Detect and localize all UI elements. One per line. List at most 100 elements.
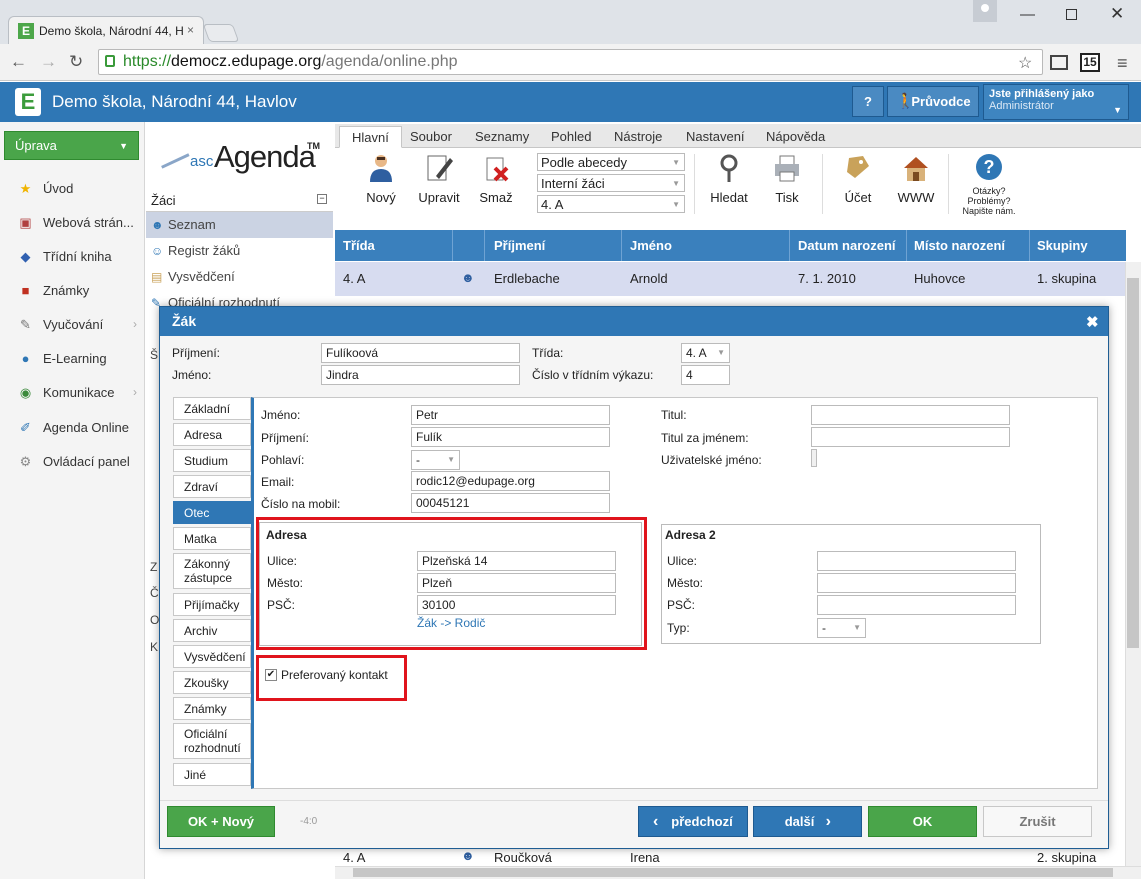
class-select[interactable]: 4. A ▼ — [537, 195, 685, 213]
class-number-input[interactable]: 4 — [681, 365, 730, 385]
sidebar-item-web[interactable]: ▣ Webová strán... — [0, 206, 145, 240]
gender-dropdown[interactable]: - ▼ — [411, 450, 460, 470]
tab-zakonny-zastupce[interactable]: Zákonný zástupce — [173, 553, 251, 589]
collapse-icon[interactable]: − — [317, 194, 327, 204]
tab-nastaveni[interactable]: Nastavení — [686, 126, 745, 148]
edupage-logo[interactable]: E — [15, 88, 41, 116]
student-type-select[interactable]: Interní žáci ▼ — [537, 174, 685, 192]
minimize-icon[interactable]: — — [1020, 6, 1035, 23]
tab-otec[interactable]: Otec — [173, 501, 251, 524]
hscrollbar-thumb[interactable] — [353, 868, 1113, 877]
close-icon[interactable]: ✖ — [1086, 313, 1099, 331]
tab-studium[interactable]: Studium — [173, 449, 251, 472]
student-name-input[interactable]: Jindra — [321, 365, 520, 385]
tab-close-icon[interactable]: × — [187, 23, 194, 37]
tab-nastroje[interactable]: Nástroje — [614, 126, 662, 148]
class-dropdown[interactable]: 4. A ▼ — [681, 343, 730, 363]
tab-seznamy[interactable]: Seznamy — [475, 126, 529, 148]
title-input[interactable] — [811, 405, 1010, 425]
table-row[interactable] — [335, 848, 1126, 866]
ok-new-button[interactable]: OK + Nový — [167, 806, 275, 837]
ok-button[interactable]: OK — [868, 806, 977, 837]
sidebar-item-tridni-kniha[interactable]: ◆ Třídní kniha — [0, 240, 145, 274]
extension-icon[interactable]: 15 — [1080, 53, 1100, 72]
next-button[interactable]: další › — [753, 806, 862, 837]
uprava-dropdown[interactable]: Úprava ▼ — [4, 131, 139, 160]
delete-button[interactable]: Smaž — [478, 152, 514, 205]
tab-matka[interactable]: Matka — [173, 527, 251, 550]
sidebar-item-komunikace[interactable]: ◉ Komunikace › — [0, 376, 145, 410]
tab-soubor[interactable]: Soubor — [410, 126, 452, 148]
account-button[interactable]: Účet — [840, 152, 876, 205]
scrollbar-thumb[interactable] — [1127, 278, 1139, 648]
father-surname-input[interactable]: Fulík — [411, 427, 610, 447]
tab-archiv[interactable]: Archiv — [173, 619, 251, 642]
sidebar-item-agenda-online[interactable]: ✐ Agenda Online — [0, 411, 145, 445]
email-field[interactable]: rodic12@edupage.org — [411, 471, 610, 491]
forward-icon[interactable]: → — [40, 52, 57, 72]
www-button[interactable]: WWW — [896, 152, 936, 205]
sort-select[interactable]: Podle abecedy ▼ — [537, 153, 685, 171]
tab-vysvedceni[interactable]: Vysvědčení — [173, 645, 251, 668]
mobile-field[interactable]: 00045121 — [411, 493, 610, 513]
back-icon[interactable]: ← — [10, 52, 27, 72]
tree-item-vysvedceni[interactable]: ▤ Vysvědčení — [146, 264, 333, 290]
search-button[interactable]: Hledat — [708, 152, 750, 205]
city2-input[interactable] — [817, 573, 1016, 593]
tab-hlavni[interactable]: Hlavní — [339, 126, 402, 148]
tab-prijimacky[interactable]: Přijímačky — [173, 593, 251, 616]
cast-icon[interactable] — [1050, 55, 1068, 70]
col-trida[interactable]: Třída — [343, 238, 375, 253]
menu-icon[interactable]: ≡ — [1117, 53, 1128, 74]
tree-item-oficialni[interactable]: ✎ Oficiální rozhodnutí — [146, 290, 333, 306]
new-tab-button[interactable] — [202, 24, 240, 42]
student-surname-input[interactable]: Fulíkoová — [321, 343, 520, 363]
sidebar-item-elearning[interactable]: ● E-Learning — [0, 342, 145, 376]
col-skupiny[interactable]: Skupiny — [1037, 238, 1088, 253]
url-input[interactable]: https://democz.edupage.org/agenda/online… — [98, 49, 1043, 75]
print-button[interactable]: Tisk — [770, 152, 804, 205]
window-close-icon[interactable]: ✕ — [1110, 4, 1124, 24]
father-name-input[interactable]: Petr — [411, 405, 610, 425]
title-after-input[interactable] — [811, 427, 1010, 447]
table-row[interactable] — [335, 262, 1126, 296]
help-contact-button[interactable]: ? Otázky? Problémy? Napište nám. — [960, 152, 1018, 216]
col-misto[interactable]: Místo narození — [914, 238, 1005, 253]
tab-napoveda[interactable]: Nápověda — [766, 126, 825, 148]
tab-zkousky[interactable]: Zkoušky — [173, 671, 251, 694]
tab-oficialni-rozhodnuti[interactable]: Oficiální rozhodnutí — [173, 723, 251, 759]
col-datum[interactable]: Datum narození — [798, 238, 896, 253]
cancel-button[interactable]: Zrušit — [983, 806, 1092, 837]
user-menu[interactable]: Jste přihlášený jako Administrátor ▼ — [983, 84, 1129, 120]
tab-jine[interactable]: Jiné — [173, 763, 251, 786]
sidebar-item-vyucovani[interactable]: ✎ Vyučování › — [0, 308, 145, 342]
zip2-input[interactable] — [817, 595, 1016, 615]
maximize-icon[interactable] — [1066, 9, 1077, 20]
profile-icon[interactable] — [973, 0, 997, 22]
tab-zdravi[interactable]: Zdraví — [173, 475, 251, 498]
browser-tab[interactable]: E Demo škola, Národní 44, H × — [8, 16, 204, 44]
previous-button[interactable]: ‹ předchozí — [638, 806, 748, 837]
tab-zakladni[interactable]: Základní — [173, 397, 251, 420]
tab-znamky[interactable]: Známky — [173, 697, 251, 720]
col-divider — [906, 230, 907, 261]
col-jmeno[interactable]: Jméno — [630, 238, 672, 253]
help-button[interactable]: ? — [852, 86, 884, 117]
tree-item-registr[interactable]: ☺ Registr žáků — [146, 238, 333, 264]
tab-adresa[interactable]: Adresa — [173, 423, 251, 446]
bookmark-star-icon[interactable]: ☆ — [1018, 53, 1032, 73]
tab-pohled[interactable]: Pohled — [551, 126, 591, 148]
sidebar-item-ovladaci-panel[interactable]: ⚙ Ovládací panel — [0, 445, 145, 479]
username-field[interactable] — [811, 449, 817, 467]
sidebar-item-znamky[interactable]: ■ Známky — [0, 274, 145, 308]
tree-item-seznam[interactable]: ☻ Seznam — [146, 212, 333, 238]
street2-input[interactable] — [817, 551, 1016, 571]
type-dropdown[interactable]: - ▼ — [817, 618, 866, 638]
new-button[interactable]: Nový — [362, 152, 400, 205]
edit-button[interactable]: Upravit — [416, 152, 462, 205]
sidebar-item-uvod[interactable]: ★ Úvod — [0, 172, 145, 206]
col-divider — [1029, 230, 1030, 261]
col-prijmeni[interactable]: Příjmení — [494, 238, 545, 253]
guide-button[interactable]: 🚶 Průvodce — [887, 86, 979, 117]
reload-icon[interactable]: ↻ — [69, 52, 83, 72]
